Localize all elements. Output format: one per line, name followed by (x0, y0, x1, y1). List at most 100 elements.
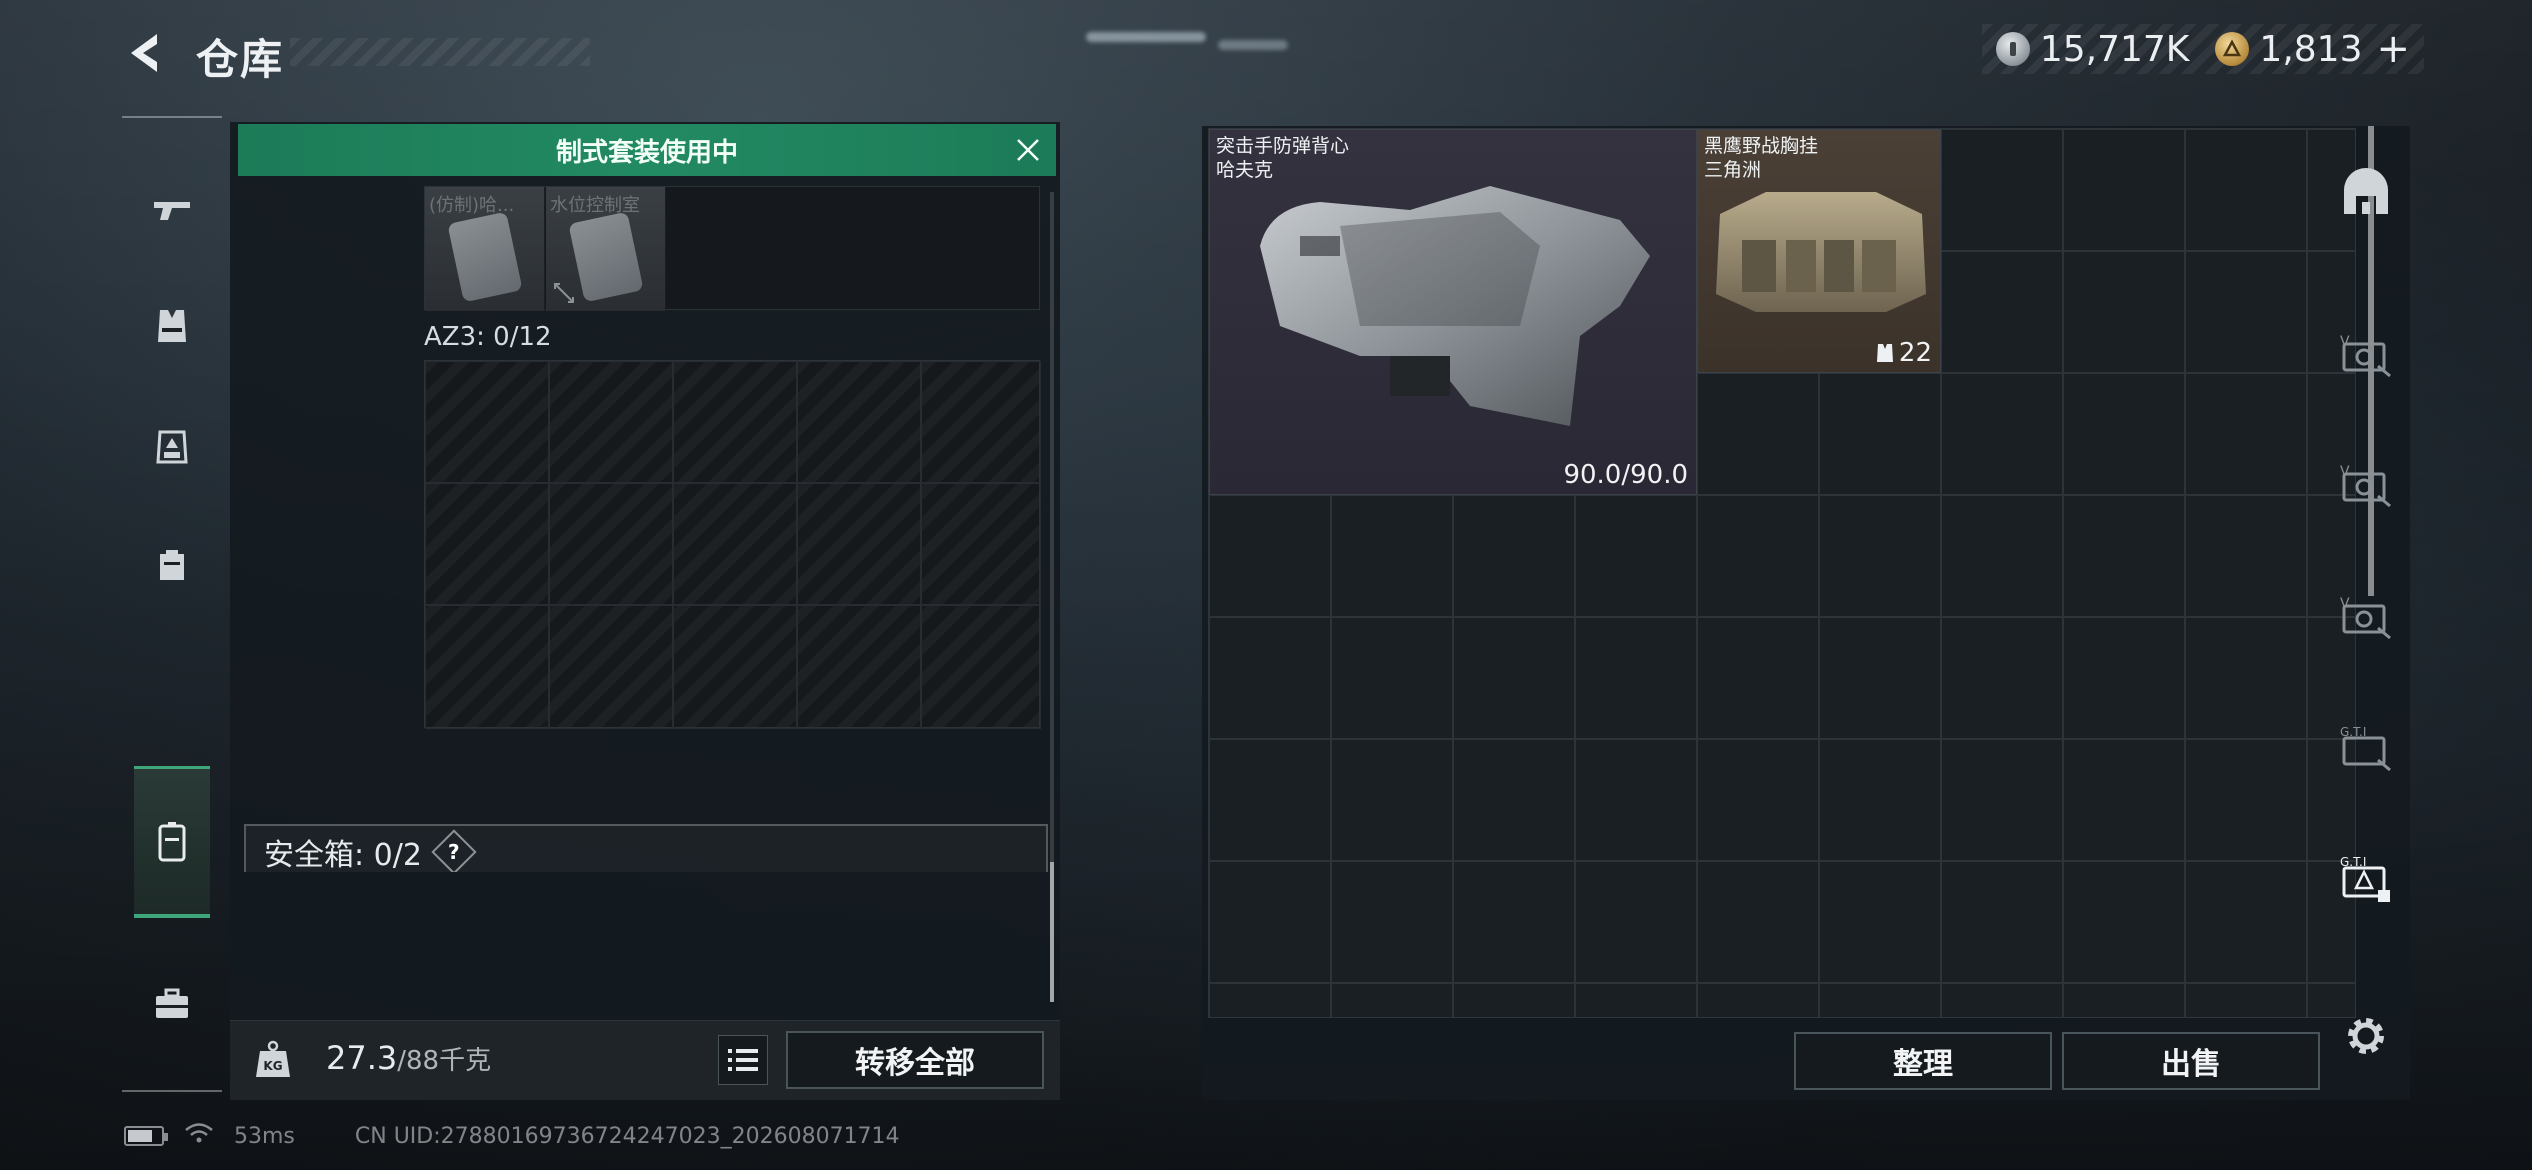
rig-grid-cell[interactable] (921, 361, 1041, 483)
stash-grid-cell[interactable] (2185, 617, 2307, 739)
rail-item-v-stash-3[interactable]: V (2334, 584, 2398, 648)
stash-grid-cell[interactable] (1575, 983, 1697, 1017)
stash-grid-cell[interactable] (1331, 617, 1453, 739)
rig-grid-cell[interactable] (425, 605, 549, 729)
stash-grid-cell[interactable] (1453, 617, 1575, 739)
sort-button[interactable]: 整理 (1794, 1032, 2052, 1090)
currency-hafu[interactable]: 15,717K (1995, 29, 2189, 70)
rail-item-backpack[interactable] (134, 526, 210, 602)
stash-grid-cell[interactable] (1941, 983, 2063, 1017)
stash-grid-cell[interactable] (2185, 251, 2307, 373)
rail-item-safe-case[interactable] (134, 766, 210, 918)
rig-grid-cell[interactable] (673, 605, 797, 729)
stash-grid-cell[interactable] (1697, 739, 1819, 861)
transfer-all-button[interactable]: 转移全部 (786, 1031, 1044, 1089)
stash-grid-cell[interactable] (1697, 495, 1819, 617)
loadout-scrollbar[interactable] (1050, 192, 1054, 1002)
rig-grid-cell[interactable] (549, 605, 673, 729)
rig-grid-cell[interactable] (425, 361, 549, 483)
rig-grid-cell[interactable] (549, 483, 673, 605)
stash-item-vest[interactable]: 突击手防弹背心 哈夫克 90.0/90.0 (1209, 129, 1697, 495)
stash-grid-cell[interactable] (1209, 617, 1331, 739)
rail-item-rig[interactable] (134, 408, 210, 484)
stash-grid-cell[interactable] (1331, 983, 1453, 1017)
stash-grid-cell[interactable] (1331, 495, 1453, 617)
currency-triangle[interactable]: 1,813 + (2215, 26, 2410, 72)
stash-grid-cell[interactable] (1453, 861, 1575, 983)
rig-grid-cell[interactable] (673, 361, 797, 483)
stash-grid-cell[interactable] (2063, 861, 2185, 983)
mini-slot[interactable]: (仿制)哈... (425, 187, 545, 311)
stash-grid-cell[interactable] (2063, 739, 2185, 861)
rig-grid-cell[interactable] (921, 605, 1041, 729)
stash-grid-cell[interactable] (1575, 495, 1697, 617)
sell-button[interactable]: 出售 (2062, 1032, 2320, 1090)
settings-button[interactable] (2334, 1004, 2398, 1068)
stash-grid-cell[interactable] (2185, 373, 2307, 495)
stash-grid-cell[interactable] (1453, 495, 1575, 617)
rail-item-briefcase[interactable] (134, 966, 210, 1042)
rig-grid-cell[interactable] (549, 361, 673, 483)
stash-grid-cell[interactable] (2185, 129, 2307, 251)
add-currency-button[interactable]: + (2376, 26, 2410, 72)
loadout-scroll-region[interactable]: (仿制)哈... 水位控制室 AZ3: 0/12 安全箱: 0/2 ? (238, 182, 1050, 872)
rail-item-weapons[interactable] (134, 172, 210, 248)
stash-grid-cell[interactable] (1941, 251, 2063, 373)
stash-grid-cell[interactable] (1819, 617, 1941, 739)
rail-item-v-stash-2[interactable]: V (2334, 452, 2398, 516)
stash-grid-cell[interactable] (1209, 983, 1331, 1017)
stash-grid-cell[interactable] (2063, 983, 2185, 1017)
stash-grid-cell[interactable] (1209, 495, 1331, 617)
stash-grid-cell[interactable] (1209, 861, 1331, 983)
rig-grid-cell[interactable] (797, 605, 921, 729)
rig-grid-cell[interactable] (797, 361, 921, 483)
rig-grid-cell[interactable] (673, 483, 797, 605)
stash-grid-cell[interactable] (1331, 739, 1453, 861)
stash-grid-cell[interactable] (2185, 495, 2307, 617)
stash-grid-cell[interactable] (1819, 373, 1941, 495)
stash-grid-cell[interactable] (1453, 983, 1575, 1017)
stash-grid-cell[interactable] (1819, 983, 1941, 1017)
stash-grid-cell[interactable] (1819, 739, 1941, 861)
rail-item-armor[interactable] (134, 288, 210, 364)
stash-grid-cell[interactable] (1575, 739, 1697, 861)
stash-grid-cell[interactable] (2063, 251, 2185, 373)
rail-item-storage[interactable] (2334, 162, 2398, 226)
rig-grid-cell[interactable] (797, 483, 921, 605)
stash-grid-cell[interactable] (1941, 739, 2063, 861)
stash-grid[interactable]: 突击手防弹背心 哈夫克 90.0/90.0 黑鹰野战胸挂 三角洲 22 (1208, 128, 2356, 1018)
rail-item-v-stash-1[interactable]: V (2334, 322, 2398, 386)
stash-grid-cell[interactable] (2063, 495, 2185, 617)
stash-grid-cell[interactable] (1819, 861, 1941, 983)
stash-grid-cell[interactable] (2063, 373, 2185, 495)
stash-grid-cell[interactable] (1697, 617, 1819, 739)
rail-item-gti-stash[interactable]: G.T.I (2334, 716, 2398, 780)
list-view-button[interactable] (718, 1035, 768, 1085)
stash-grid-cell[interactable] (2185, 983, 2307, 1017)
stash-grid-cell[interactable] (1453, 739, 1575, 861)
help-button[interactable]: ? (431, 829, 477, 872)
stash-grid-cell[interactable] (2063, 617, 2185, 739)
stash-grid-cell[interactable] (1941, 129, 2063, 251)
stash-grid-cell[interactable] (1941, 495, 2063, 617)
rig-grid[interactable] (424, 360, 1041, 729)
stash-grid-cell[interactable] (1941, 373, 2063, 495)
stash-grid-cell[interactable] (1575, 861, 1697, 983)
rig-grid-cell[interactable] (425, 483, 549, 605)
stash-grid-cell[interactable] (1941, 617, 2063, 739)
stash-grid-cell[interactable] (1697, 983, 1819, 1017)
stash-grid-cell[interactable] (1575, 617, 1697, 739)
stash-grid-cell[interactable] (1941, 861, 2063, 983)
stash-grid-cell[interactable] (2063, 129, 2185, 251)
stash-grid-cell[interactable] (1819, 495, 1941, 617)
stash-grid-cell[interactable] (2185, 739, 2307, 861)
scrollbar-thumb[interactable] (1050, 862, 1054, 1002)
rig-grid-cell[interactable] (921, 483, 1041, 605)
stash-grid-cell[interactable] (1209, 739, 1331, 861)
stash-grid-cell[interactable] (1331, 861, 1453, 983)
stash-grid-cell[interactable] (1697, 373, 1819, 495)
close-notice-button[interactable] (1012, 134, 1044, 166)
mini-slot[interactable]: 水位控制室 (546, 187, 666, 311)
stash-item-chest-rig[interactable]: 黑鹰野战胸挂 三角洲 22 (1697, 129, 1941, 373)
back-button[interactable] (120, 26, 168, 80)
